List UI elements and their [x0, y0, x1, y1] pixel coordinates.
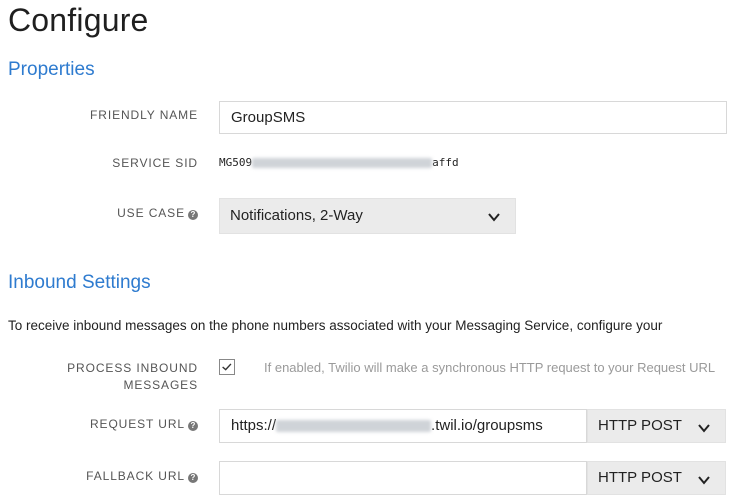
friendly-name-label-text: FRIENDLY NAME	[90, 108, 198, 122]
fallback-url-label: FALLBACK URL?	[86, 468, 198, 485]
question-circle-icon[interactable]: ?	[188, 473, 198, 483]
use-case-label-text: USE CASE	[117, 206, 185, 220]
friendly-name-label: FRIENDLY NAME	[90, 107, 198, 124]
check-icon	[222, 363, 232, 371]
service-sid-label: SERVICE SID	[112, 155, 198, 172]
chevron-down-icon	[698, 476, 710, 485]
inbound-intro-text: To receive inbound messages on the phone…	[8, 318, 663, 333]
use-case-value: Notifications, 2-Way	[230, 207, 363, 224]
fallback-url-method-value: HTTP POST	[598, 469, 682, 486]
fallback-url-input[interactable]	[219, 461, 587, 495]
process-inbound-checkbox[interactable]	[219, 359, 235, 375]
fallback-url-method-select[interactable]: HTTP POST	[587, 461, 726, 495]
friendly-name-input[interactable]: GroupSMS	[219, 101, 727, 134]
use-case-select[interactable]: Notifications, 2-Way	[219, 198, 516, 234]
use-case-label: USE CASE?	[117, 205, 198, 222]
service-sid-redacted	[252, 158, 433, 168]
request-url-label: REQUEST URL?	[90, 416, 198, 433]
request-url-method-select[interactable]: HTTP POST	[587, 409, 726, 443]
request-url-method-value: HTTP POST	[598, 417, 682, 434]
request-url-redacted	[276, 420, 432, 433]
service-sid-suffix: affd	[432, 156, 459, 169]
request-url-prefix: https://	[231, 417, 277, 434]
fallback-url-label-text: FALLBACK URL	[86, 469, 185, 483]
section-title-properties: Properties	[8, 59, 95, 80]
chevron-down-icon	[698, 424, 710, 433]
request-url-input[interactable]: https:// .twil.io/groupsms	[219, 409, 587, 443]
chevron-down-icon	[488, 213, 500, 222]
service-sid-label-text: SERVICE SID	[112, 156, 198, 170]
service-sid-prefix: MG509	[219, 156, 253, 169]
page-title: Configure	[8, 2, 149, 38]
service-sid-value: MG509 affd	[219, 156, 459, 169]
process-inbound-label: PROCESS INBOUND MESSAGES	[67, 360, 198, 394]
process-inbound-label-line1: PROCESS INBOUND	[67, 361, 198, 375]
request-url-label-text: REQUEST URL	[89, 417, 185, 431]
friendly-name-value: GroupSMS	[231, 109, 306, 126]
process-inbound-hint: If enabled, Twilio will make a synchrono…	[264, 360, 716, 375]
question-circle-icon[interactable]: ?	[188, 421, 198, 431]
process-inbound-label-line2: MESSAGES	[123, 378, 198, 392]
section-title-inbound-settings: Inbound Settings	[8, 272, 151, 293]
request-url-suffix: .twil.io/groupsms	[431, 417, 543, 434]
question-circle-icon[interactable]: ?	[188, 210, 198, 220]
